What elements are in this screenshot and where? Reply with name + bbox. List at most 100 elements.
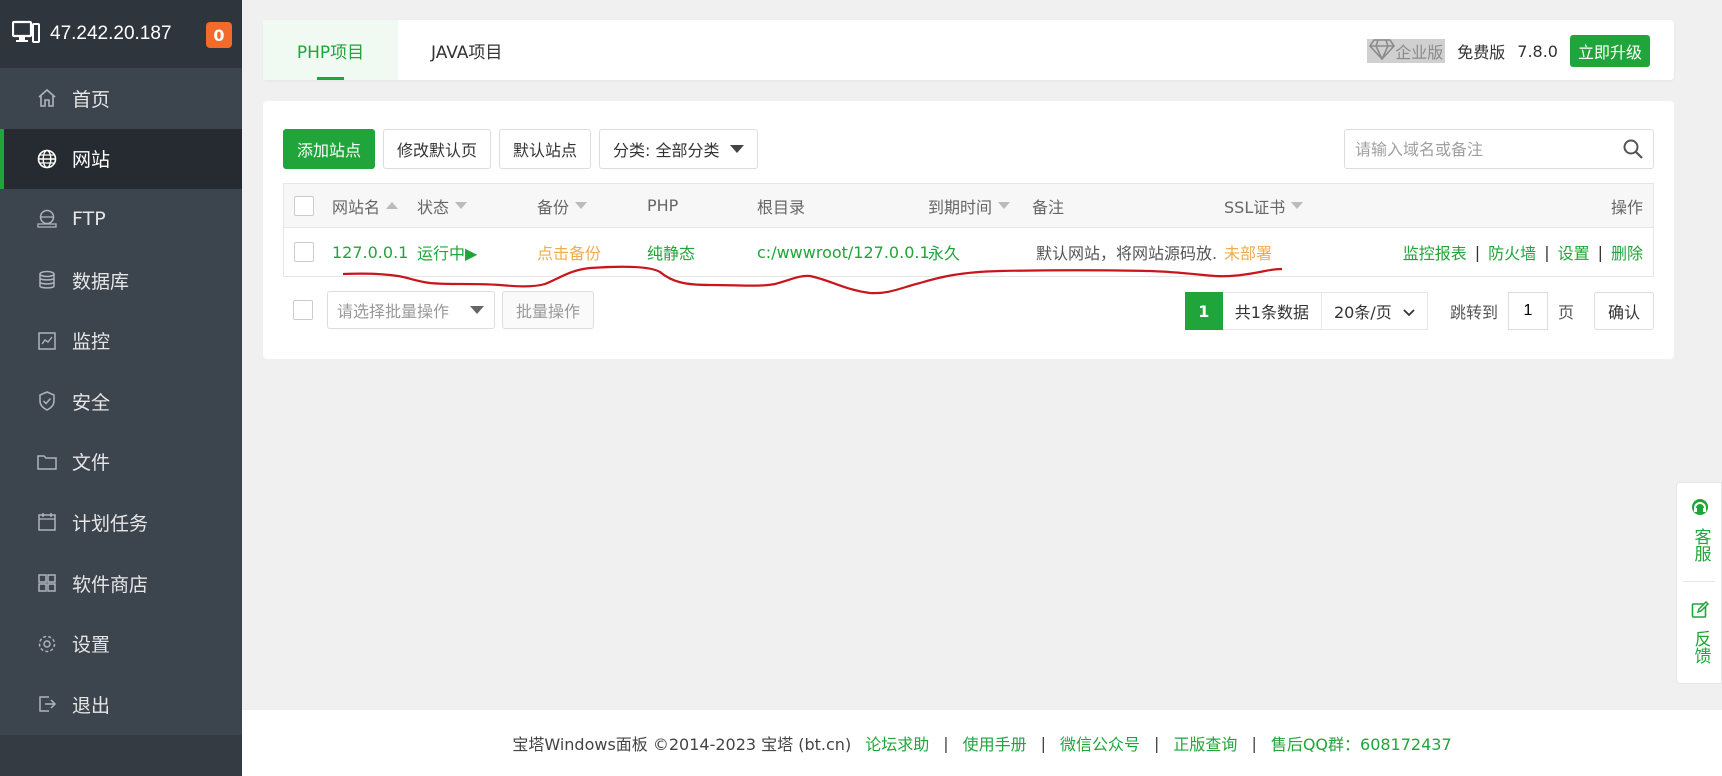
row-checkbox[interactable] (294, 242, 314, 262)
sort-down-icon (998, 202, 1011, 209)
current-page[interactable]: 1 (1184, 292, 1223, 330)
default-site-button[interactable]: 默认站点 (499, 129, 592, 169)
site-table: 网站名 状态 备份 PHP 根目录 到期时间 备注 SSL证书 操作 127.0… (283, 183, 1654, 277)
header-label: 备注 (1032, 197, 1065, 217)
header-label: 根目录 (757, 197, 806, 217)
row-actions: 监控报表 | 防火墙 | 设置 | 删除 (1403, 228, 1643, 276)
header-label: 网站名 (332, 197, 381, 217)
header-backup[interactable]: 备份 (537, 184, 588, 227)
page-unit-label: 页 (1557, 303, 1574, 322)
notification-badge[interactable]: 0 (206, 22, 232, 48)
enterprise-label: 企业版 (1395, 43, 1444, 62)
batch-checkbox[interactable] (293, 300, 313, 320)
sidebar-bottom (0, 735, 242, 776)
sidebar-item-globe[interactable]: 网站 (0, 128, 242, 190)
qq-group-link[interactable]: 售后QQ群：608172437 (1271, 731, 1452, 755)
search-icon[interactable] (1613, 139, 1653, 159)
jump-page-input[interactable] (1507, 292, 1548, 330)
page-footer: 宝塔Windows面板 ©2014-2023 宝塔 (bt.cn) 论坛求助 |… (242, 710, 1722, 776)
site-search (1344, 129, 1654, 169)
header-ops: 操作 (1611, 184, 1643, 227)
tab-java-project[interactable]: JAVA项目 (431, 20, 502, 80)
remark-text[interactable]: 默认网站，将网站源码放. (1036, 228, 1217, 276)
firewall-link[interactable]: 防火墙 (1488, 240, 1536, 264)
action-separator: | (1597, 242, 1603, 262)
sidebar-item-apps[interactable]: 软件商店 (0, 553, 242, 614)
sidebar-item-home[interactable]: 首页 (0, 68, 242, 129)
select-all-checkbox[interactable] (294, 195, 314, 216)
delete-link[interactable]: 删除 (1611, 240, 1643, 264)
pagination: 1 共1条数据 20条/页 跳转到 页 确认 (1184, 291, 1654, 331)
shield-icon (36, 390, 58, 412)
sidebar-item-label: 文件 (72, 452, 111, 475)
expire-date-link[interactable]: 永久 (928, 228, 960, 276)
ssl-status-link[interactable]: 未部署 (1224, 228, 1272, 276)
sidebar-item-gear[interactable]: 设置 (0, 613, 242, 674)
page-size-select[interactable]: 20条/页 (1321, 292, 1428, 330)
sidebar-item-ftp[interactable]: FTP (0, 189, 242, 250)
header-php: PHP (647, 184, 678, 227)
logout-icon (36, 693, 58, 715)
sidebar-item-label: 网站 (72, 149, 111, 172)
header-site-name[interactable]: 网站名 (332, 184, 399, 227)
customer-service-button[interactable]: 客服 (1677, 497, 1722, 562)
sidebar-item-folder[interactable]: 文件 (0, 432, 242, 493)
batch-operation-select[interactable]: 请选择批量操作 (327, 291, 495, 329)
enterprise-edition-badge[interactable]: 企业版 (1367, 39, 1446, 63)
sort-up-icon (386, 202, 399, 209)
add-site-button[interactable]: 添加站点 (283, 129, 376, 169)
sidebar-item-label: 安全 (72, 391, 111, 414)
category-select[interactable]: 分类: 全部分类 (599, 129, 758, 169)
table-header: 网站名 状态 备份 PHP 根目录 到期时间 备注 SSL证书 操作 (284, 184, 1653, 228)
sidebar-item-calendar[interactable]: 计划任务 (0, 492, 242, 553)
tab-label: JAVA项目 (431, 42, 503, 63)
home-icon (36, 87, 58, 109)
copyright-text: 宝塔Windows面板 ©2014-2023 宝塔 (bt.cn) (512, 735, 852, 754)
sidebar-item-label: 软件商店 (72, 573, 149, 596)
wechat-account-link[interactable]: 微信公众号 (1060, 731, 1140, 755)
feedback-button[interactable]: 反馈 (1677, 600, 1722, 664)
sidebar-item-monitor[interactable]: 监控 (0, 310, 242, 371)
header-label: 备份 (537, 197, 570, 217)
header-label: 状态 (417, 197, 450, 217)
site-toolbar: 添加站点 修改默认页 默认站点 分类: 全部分类 (283, 129, 758, 169)
chevron-down-icon (1403, 302, 1415, 321)
header-expire[interactable]: 到期时间 (928, 184, 1011, 227)
footer-separator: | (943, 733, 949, 753)
sidebar: 47.242.20.187 0 首页 网站 FTP 数据库 监控 安全 文件 计划任务 软件商店… (0, 0, 242, 776)
action-separator: | (1544, 242, 1550, 262)
sort-down-icon (455, 202, 468, 209)
header-ssl[interactable]: SSL证书 (1224, 184, 1304, 227)
database-icon (36, 269, 58, 291)
sidebar-item-label: 监控 (72, 331, 111, 354)
site-name-link[interactable]: 127.0.0.1 (332, 228, 408, 276)
monitor-report-link[interactable]: 监控报表 (1403, 240, 1467, 264)
sidebar-item-shield[interactable]: 安全 (0, 371, 242, 432)
ftp-icon (36, 208, 58, 230)
sidebar-item-logout[interactable]: 退出 (0, 674, 242, 735)
tab-php-project[interactable]: PHP项目 (263, 20, 398, 80)
php-version-link[interactable]: 纯静态 (647, 228, 695, 276)
caret-down-icon (729, 145, 744, 153)
root-dir-link[interactable]: c:/wwwroot/127.0.0.1 (757, 228, 930, 276)
forum-help-link[interactable]: 论坛求助 (865, 731, 929, 755)
user-manual-link[interactable]: 使用手册 (963, 731, 1027, 755)
sort-down-icon (1291, 202, 1304, 209)
sidebar-item-label: 数据库 (72, 270, 130, 293)
sidebar-item-database[interactable]: 数据库 (0, 250, 242, 311)
search-input[interactable] (1355, 139, 1613, 159)
version-info: 企业版 免费版 7.8.0 立即升级 (1367, 35, 1650, 67)
header-status[interactable]: 状态 (417, 184, 468, 227)
edit-default-page-button[interactable]: 修改默认页 (383, 129, 492, 169)
backup-link[interactable]: 点击备份 (537, 228, 601, 276)
license-check-link[interactable]: 正版查询 (1173, 731, 1237, 755)
upgrade-button[interactable]: 立即升级 (1569, 35, 1650, 67)
gear-icon (36, 633, 58, 655)
monitor-icon (36, 330, 58, 352)
site-status-toggle[interactable]: 运行中▶ (417, 228, 477, 276)
batch-operation-button[interactable]: 批量操作 (502, 291, 595, 329)
jump-confirm-button[interactable]: 确认 (1593, 292, 1654, 330)
total-count: 共1条数据 (1222, 292, 1322, 330)
category-label: 分类: 全部分类 (613, 141, 720, 160)
settings-link[interactable]: 设置 (1558, 240, 1590, 264)
